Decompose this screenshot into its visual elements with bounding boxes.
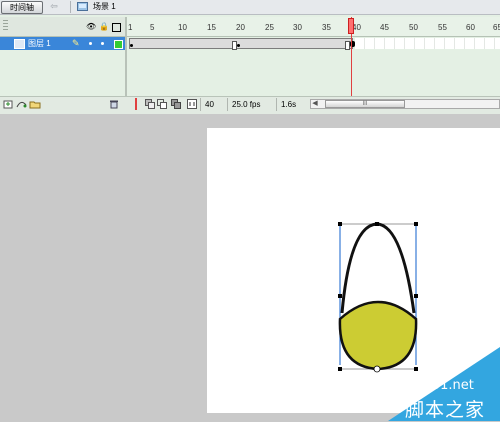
lock-dot[interactable] [101, 42, 104, 45]
modify-onion-markers-icon[interactable] [187, 99, 198, 109]
center-frame-icon[interactable] [133, 98, 139, 110]
edit-multiple-frames-icon[interactable] [171, 99, 182, 109]
keyframe[interactable] [237, 44, 240, 47]
edit-bar [0, 0, 500, 15]
ruler-tick: 35 [322, 23, 331, 32]
scene-icon [77, 2, 88, 11]
elapsed-time: 1.6s [276, 98, 308, 111]
trash-icon[interactable] [109, 99, 119, 109]
frame-rate[interactable]: 25.0 fps [227, 98, 275, 111]
watermark-url: jb51.net [420, 378, 474, 393]
scroll-left-icon[interactable]: ◀ [311, 99, 319, 109]
insert-folder-icon[interactable] [29, 99, 41, 109]
ruler-tick: 50 [409, 23, 418, 32]
scroll-thumb[interactable]: III [325, 100, 405, 108]
keyframe[interactable] [130, 44, 133, 47]
ruler-tick: 1 [128, 23, 133, 32]
onion-skin-outline-icon[interactable] [157, 99, 168, 109]
frame-ruler[interactable]: 1 5 10 15 20 25 30 35 40 45 50 55 60 65 [127, 17, 500, 37]
ruler-tick: 60 [466, 23, 475, 32]
back-arrow-icon[interactable]: ⇦ [47, 1, 61, 12]
outline-icon[interactable] [112, 23, 121, 32]
lock-icon[interactable]: 🔒 [99, 22, 109, 31]
ruler-tick: 10 [178, 23, 187, 32]
eye-icon[interactable]: 👁 [86, 22, 96, 31]
scene-label[interactable]: 场景 1 [93, 1, 116, 13]
pencil-icon: ✎ [72, 38, 80, 48]
onion-skin-icon[interactable] [145, 99, 156, 109]
panel-grip[interactable] [3, 20, 8, 32]
divider [70, 1, 71, 13]
ruler-tick: 55 [438, 23, 447, 32]
tween-span[interactable] [129, 38, 353, 49]
timeline-toggle-button[interactable]: 时间轴 [1, 1, 43, 14]
visibility-dot[interactable] [89, 42, 92, 45]
watermark-site-name: 脚本之家 [405, 399, 486, 421]
ruler-tick: 45 [380, 23, 389, 32]
ruler-tick: 5 [150, 23, 155, 32]
layer-icon [14, 39, 25, 49]
ruler-tick: 30 [293, 23, 302, 32]
add-motion-guide-icon[interactable] [16, 99, 27, 109]
current-frame: 40 [200, 98, 226, 111]
playhead-handle[interactable] [348, 18, 354, 34]
layer-color-swatch[interactable] [114, 40, 123, 49]
ruler-tick: 25 [265, 23, 274, 32]
ruler-tick: 20 [236, 23, 245, 32]
empty-frames[interactable] [355, 38, 500, 49]
layer-name[interactable]: 图层 1 [28, 38, 51, 49]
ruler-tick: 65 [493, 23, 500, 32]
insert-layer-icon[interactable] [3, 99, 14, 109]
ruler-tick: 15 [207, 23, 216, 32]
